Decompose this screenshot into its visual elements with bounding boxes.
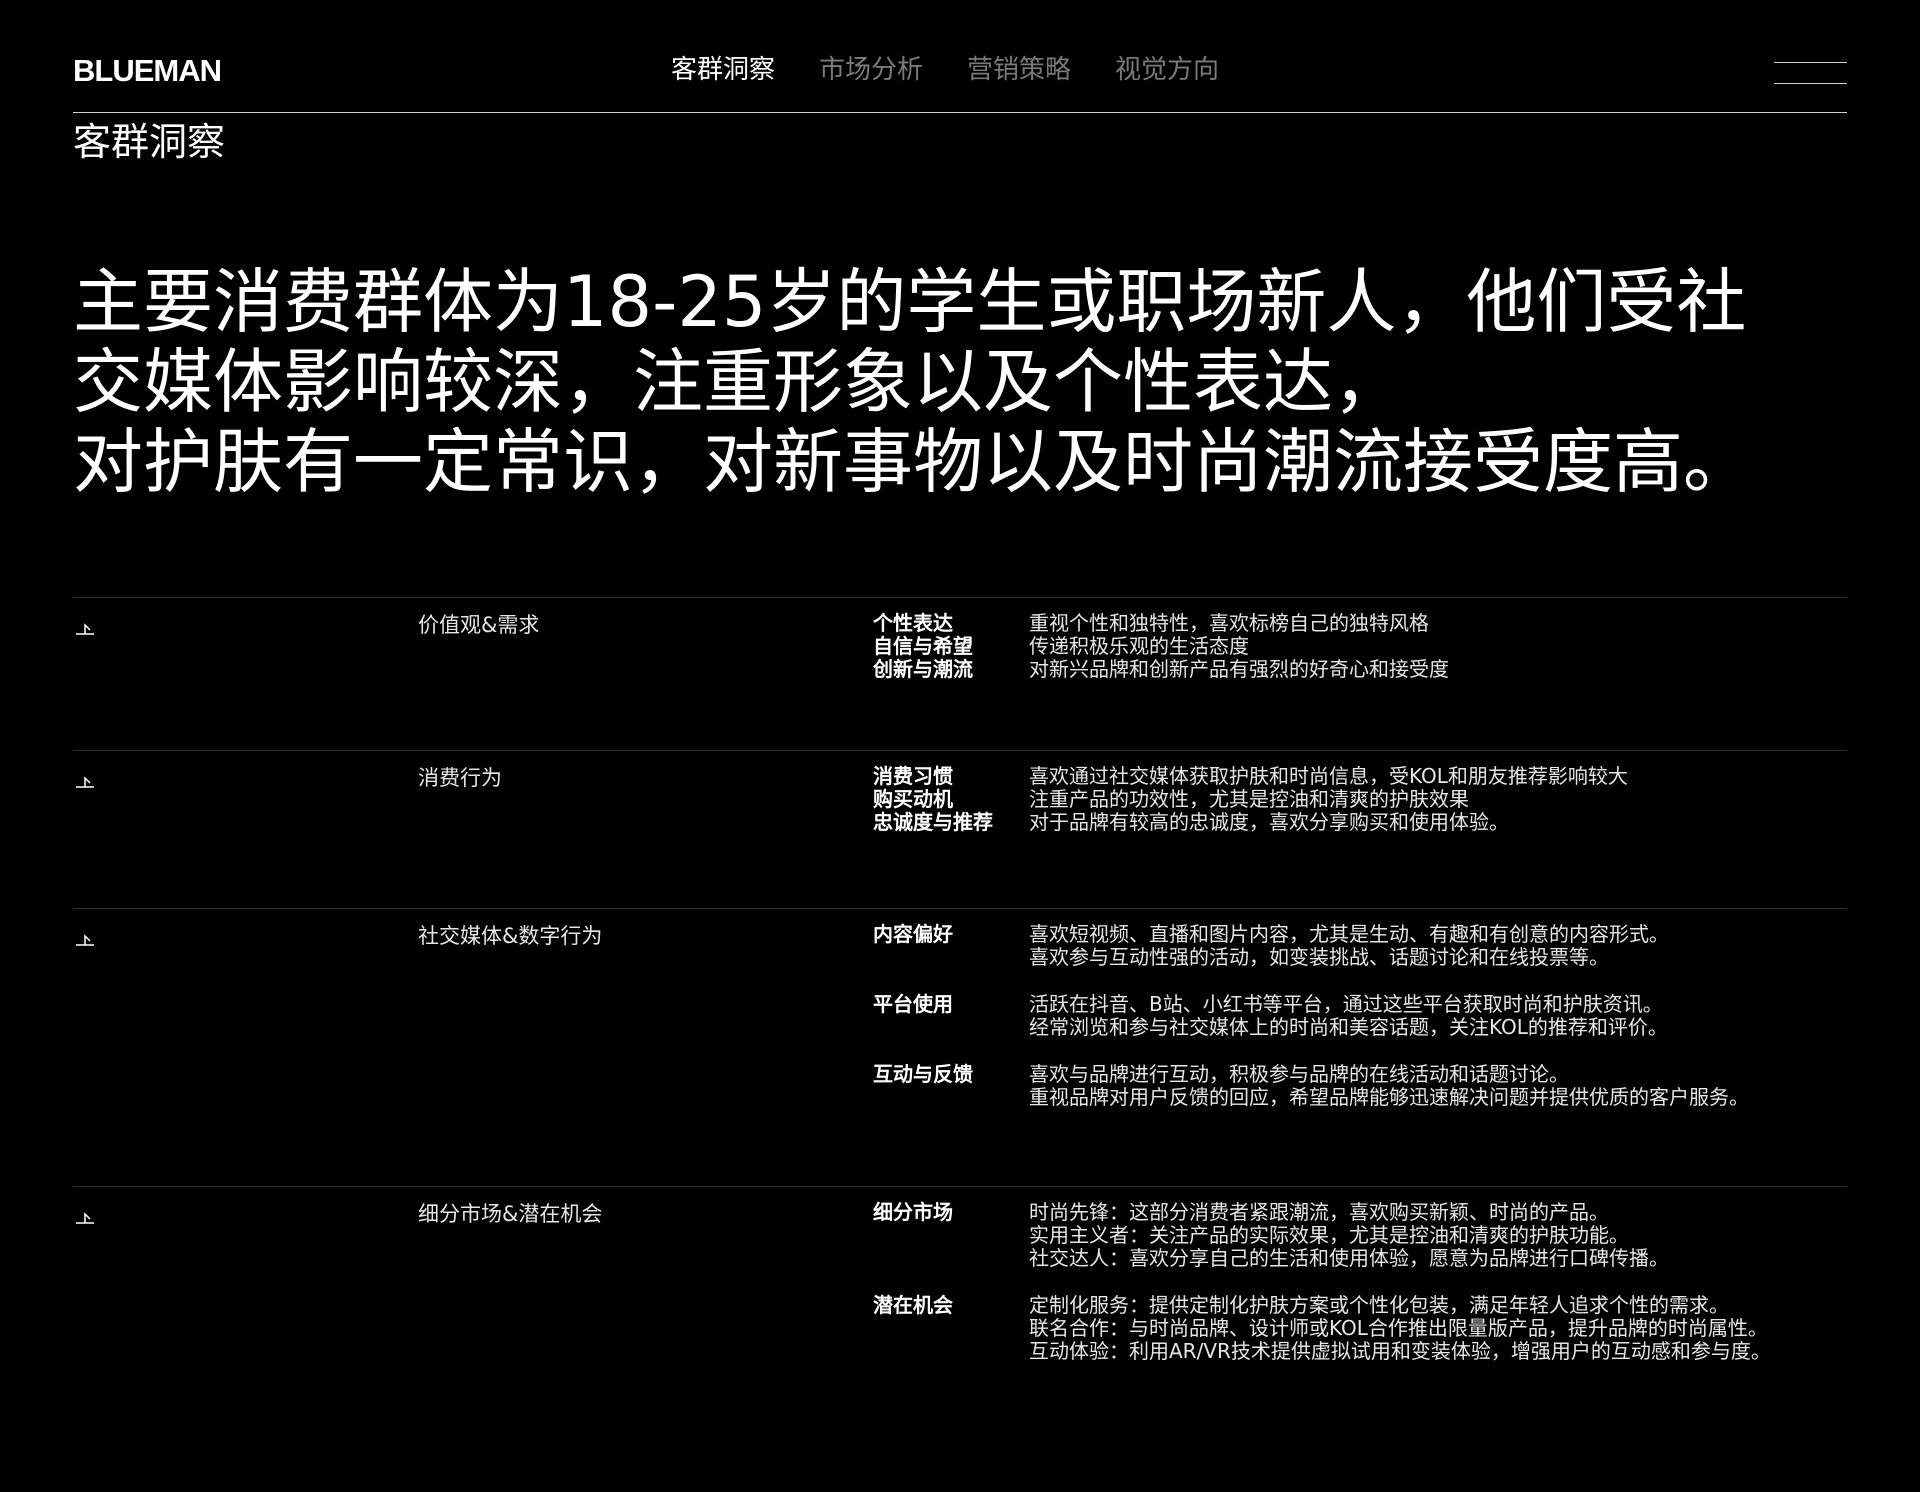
menu-bar-bottom: [1774, 83, 1847, 84]
detail-term: 购买动机: [873, 787, 953, 811]
menu-bar-top: [1774, 62, 1847, 63]
detail-group: 平台使用 活跃在抖音、B站、小红书等平台，通过这些平台获取时尚和护肤资讯。 经常…: [873, 993, 1847, 1039]
detail-line: 定制化服务：提供定制化护肤方案或个性化包装，满足年轻人追求个性的需求。: [1029, 1293, 1729, 1317]
detail-desc: 喜欢短视频、直播和图片内容，尤其是生动、有趣和有创意的内容形式。 喜欢参与互动性…: [1029, 923, 1669, 969]
detail-line: 实用主义者：关注产品的实际效果，尤其是控油和清爽的护肤功能。: [1029, 1223, 1629, 1247]
headline: 主要消费群体为18-25岁的学生或职场新人，他们受社 交媒体影响较深，注重形象以…: [73, 262, 1863, 502]
detail-term: 内容偏好: [873, 922, 953, 946]
headline-line-1: 主要消费群体为18-25岁的学生或职场新人，他们受社: [73, 261, 1747, 343]
detail-desc: 时尚先锋：这部分消费者紧跟潮流，喜欢购买新颖、时尚的产品。 实用主义者：关注产品…: [1029, 1201, 1669, 1270]
detail-pair: 个性表达 重视个性和独特性，喜欢标榜自己的独特风格: [873, 612, 1847, 635]
row-category: 消费行为: [418, 766, 502, 790]
table-row: 细分市场&潜在机会 细分市场 时尚先锋：这部分消费者紧跟潮流，喜欢购买新颖、时尚…: [73, 1186, 1847, 1407]
detail-desc: 活跃在抖音、B站、小红书等平台，通过这些平台获取时尚和护肤资讯。 经常浏览和参与…: [1029, 993, 1668, 1039]
row-details: 细分市场 时尚先锋：这部分消费者紧跟潮流，喜欢购买新颖、时尚的产品。 实用主义者…: [873, 1201, 1847, 1363]
detail-desc: 注重产品的功效性，尤其是控油和清爽的护肤效果: [1029, 787, 1469, 811]
nav-tab-marketing-strategy[interactable]: 营销策略: [967, 53, 1071, 87]
table-row: 价值观&需求 个性表达 重视个性和独特性，喜欢标榜自己的独特风格 自信与希望 传…: [73, 597, 1847, 750]
detail-line: 联名合作：与时尚品牌、设计师或KOL合作推出限量版产品，提升品牌的时尚属性。: [1029, 1316, 1768, 1340]
nav-tab-customer-insight[interactable]: 客群洞察: [671, 53, 775, 87]
detail-desc: 对于品牌有较高的忠诚度，喜欢分享购买和使用体验。: [1029, 810, 1509, 834]
detail-group: 潜在机会 定制化服务：提供定制化护肤方案或个性化包装，满足年轻人追求个性的需求。…: [873, 1294, 1847, 1363]
detail-pair: 忠诚度与推荐 对于品牌有较高的忠诚度，喜欢分享购买和使用体验。: [873, 811, 1847, 834]
detail-group: 互动与反馈 喜欢与品牌进行互动，积极参与品牌的在线活动和话题讨论。 重视品牌对用…: [873, 1063, 1847, 1109]
detail-line: 互动体验：利用AR/VR技术提供虚拟试用和变装体验，增强用户的互动感和参与度。: [1029, 1339, 1771, 1363]
section-title: 客群洞察: [73, 120, 226, 164]
detail-line: 重视品牌对用户反馈的回应，希望品牌能够迅速解决问题并提供优质的客户服务。: [1029, 1085, 1749, 1109]
row-category: 社交媒体&数字行为: [418, 924, 603, 948]
row-category: 细分市场&潜在机会: [418, 1202, 603, 1226]
headline-line-2: 交媒体影响较深，注重形象以及个性表达，: [73, 341, 1403, 423]
detail-term: 自信与希望: [873, 634, 973, 658]
nav-tab-market-analysis[interactable]: 市场分析: [819, 53, 923, 87]
detail-term: 互动与反馈: [873, 1062, 973, 1086]
detail-term: 潜在机会: [873, 1293, 953, 1317]
detail-group: 内容偏好 喜欢短视频、直播和图片内容，尤其是生动、有趣和有创意的内容形式。 喜欢…: [873, 923, 1847, 969]
detail-pair: 购买动机 注重产品的功效性，尤其是控油和清爽的护肤效果: [873, 788, 1847, 811]
detail-term: 创新与潮流: [873, 657, 973, 681]
headline-line-3: 对护肤有一定常识，对新事物以及时尚潮流接受度高。: [73, 421, 1753, 503]
detail-desc: 喜欢通过社交媒体获取护肤和时尚信息，受KOL和朋友推荐影响较大: [1029, 764, 1628, 788]
table-row: 社交媒体&数字行为 内容偏好 喜欢短视频、直播和图片内容，尤其是生动、有趣和有创…: [73, 908, 1847, 1186]
table-row: 消费行为 消费习惯 喜欢通过社交媒体获取护肤和时尚信息，受KOL和朋友推荐影响较…: [73, 750, 1847, 908]
row-details: 消费习惯 喜欢通过社交媒体获取护肤和时尚信息，受KOL和朋友推荐影响较大 购买动…: [873, 765, 1847, 834]
row-details: 个性表达 重视个性和独特性，喜欢标榜自己的独特风格 自信与希望 传递积极乐观的生…: [873, 612, 1847, 681]
main-nav: 客群洞察 市场分析 营销策略 视觉方向: [671, 53, 1219, 87]
row-category: 价值观&需求: [418, 613, 540, 637]
detail-pair: 消费习惯 喜欢通过社交媒体获取护肤和时尚信息，受KOL和朋友推荐影响较大: [873, 765, 1847, 788]
detail-line: 喜欢与品牌进行互动，积极参与品牌的在线活动和话题讨论。: [1029, 1062, 1569, 1086]
detail-line: 经常浏览和参与社交媒体上的时尚和美容话题，关注KOL的推荐和评价。: [1029, 1015, 1668, 1039]
corner-arrow-icon: [76, 934, 94, 946]
row-details: 内容偏好 喜欢短视频、直播和图片内容，尤其是生动、有趣和有创意的内容形式。 喜欢…: [873, 923, 1847, 1109]
detail-desc: 定制化服务：提供定制化护肤方案或个性化包装，满足年轻人追求个性的需求。 联名合作…: [1029, 1294, 1771, 1363]
corner-arrow-icon: [76, 623, 94, 635]
detail-line: 社交达人：喜欢分享自己的生活和使用体验，愿意为品牌进行口碑传播。: [1029, 1246, 1669, 1270]
brand-logo[interactable]: BLUEMAN: [73, 54, 222, 88]
detail-term: 平台使用: [873, 992, 953, 1016]
detail-desc: 重视个性和独特性，喜欢标榜自己的独特风格: [1029, 611, 1429, 635]
detail-desc: 喜欢与品牌进行互动，积极参与品牌的在线活动和话题讨论。 重视品牌对用户反馈的回应…: [1029, 1063, 1749, 1109]
detail-term: 忠诚度与推荐: [873, 810, 993, 834]
insight-table: 价值观&需求 个性表达 重视个性和独特性，喜欢标榜自己的独特风格 自信与希望 传…: [73, 597, 1847, 1407]
top-header: BLUEMAN 客群洞察 市场分析 营销策略 视觉方向: [73, 0, 1847, 113]
detail-term: 细分市场: [873, 1200, 953, 1224]
detail-pair: 自信与希望 传递积极乐观的生活态度: [873, 635, 1847, 658]
corner-arrow-icon: [76, 1212, 94, 1224]
detail-group: 细分市场 时尚先锋：这部分消费者紧跟潮流，喜欢购买新颖、时尚的产品。 实用主义者…: [873, 1201, 1847, 1270]
detail-desc: 传递积极乐观的生活态度: [1029, 634, 1249, 658]
hamburger-menu-icon[interactable]: [1774, 62, 1847, 84]
detail-pair: 创新与潮流 对新兴品牌和创新产品有强烈的好奇心和接受度: [873, 658, 1847, 681]
corner-arrow-icon: [76, 776, 94, 788]
detail-term: 消费习惯: [873, 764, 953, 788]
detail-desc: 对新兴品牌和创新产品有强烈的好奇心和接受度: [1029, 657, 1449, 681]
detail-line: 喜欢短视频、直播和图片内容，尤其是生动、有趣和有创意的内容形式。: [1029, 922, 1669, 946]
detail-term: 个性表达: [873, 611, 953, 635]
detail-line: 喜欢参与互动性强的活动，如变装挑战、话题讨论和在线投票等。: [1029, 945, 1609, 969]
detail-line: 时尚先锋：这部分消费者紧跟潮流，喜欢购买新颖、时尚的产品。: [1029, 1200, 1609, 1224]
nav-tab-visual-direction[interactable]: 视觉方向: [1115, 53, 1219, 87]
detail-line: 活跃在抖音、B站、小红书等平台，通过这些平台获取时尚和护肤资讯。: [1029, 992, 1663, 1016]
